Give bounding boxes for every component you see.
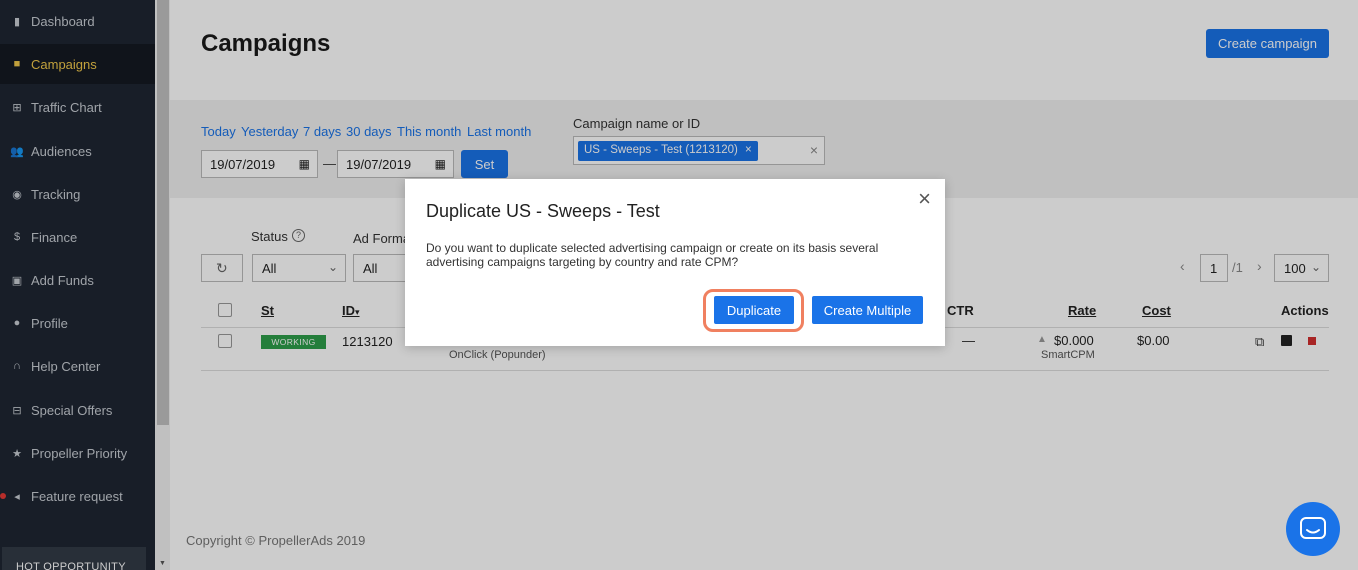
- chat-launcher-button[interactable]: [1286, 502, 1340, 556]
- create-multiple-button[interactable]: Create Multiple: [812, 296, 923, 324]
- chat-icon: [1300, 517, 1326, 539]
- dialog-title: Duplicate US - Sweeps - Test: [426, 201, 660, 221]
- dialog-message: Do you want to duplicate selected advert…: [426, 241, 879, 269]
- duplicate-campaign-dialog: Duplicate US - Sweeps - Test × Do you wa…: [405, 179, 945, 346]
- close-icon[interactable]: ×: [918, 188, 931, 210]
- duplicate-button-highlight: [703, 289, 804, 332]
